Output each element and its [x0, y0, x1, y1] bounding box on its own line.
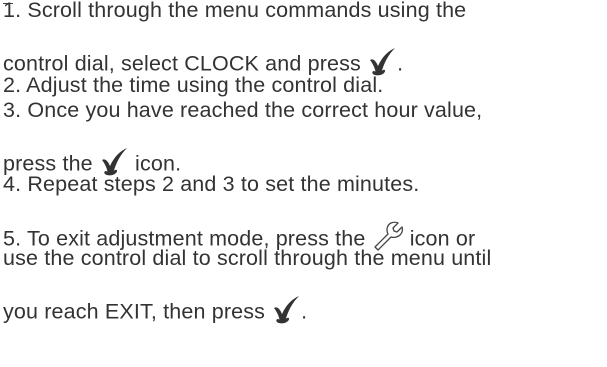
step-4-line: 4. Repeat steps 2 and 3 to set the minut…: [3, 172, 420, 196]
check-icon: [271, 295, 301, 325]
step-1-line-2-end: .: [397, 51, 404, 76]
step-1-line-1: 1. Scroll through the menu commands usin…: [3, 0, 467, 22]
step-3-line-1: 3. Once you have reached the correct hou…: [3, 98, 483, 122]
step-5-line-3-end: .: [301, 299, 308, 324]
step-2-line: 2. Adjust the time using the control dia…: [3, 73, 384, 97]
step-5-line-3-text: you reach EXIT, then press: [3, 299, 272, 324]
step-5-line-3: you reach EXIT, then press .: [3, 295, 308, 328]
step-5-line-2: use the control dial to scroll through t…: [3, 246, 492, 270]
